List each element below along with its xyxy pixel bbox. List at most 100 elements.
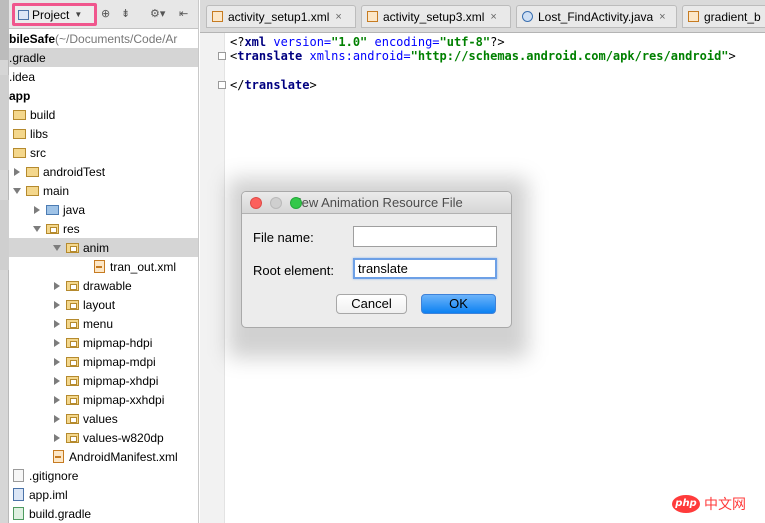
tree-item-mipmap-mdpi[interactable]: mipmap-mdpi [9,352,198,371]
root-element-input[interactable] [353,258,497,279]
expand-arrow-icon[interactable] [54,433,60,442]
expand-arrow-icon[interactable] [54,376,60,385]
fold-marker-icon[interactable] [218,52,226,60]
expand-arrow-icon[interactable] [54,357,60,366]
code-token: "utf-8" [439,35,491,49]
close-icon[interactable]: × [335,11,341,23]
ok-button[interactable]: OK [421,294,496,314]
expand-arrow-icon[interactable] [54,395,60,404]
tree-item-mipmap-xhdpi[interactable]: mipmap-xhdpi [9,371,198,390]
tree-item-app[interactable]: app [9,86,198,105]
resource-folder-icon [66,432,79,443]
tree-item-main[interactable]: main [9,181,198,200]
tree-item-label: mipmap-xhdpi [83,373,159,388]
code-token: "1.0" [331,35,368,49]
resource-folder-icon [66,242,79,253]
tree-item-build[interactable]: build [9,105,198,124]
dialog-titlebar[interactable]: New Animation Resource File [242,192,511,214]
xml-file-icon [94,260,105,273]
expand-arrow-icon[interactable] [54,338,60,347]
project-view-selector[interactable]: Project ▼ [12,3,97,26]
tree-item-values-w820dp[interactable]: values-w820dp [9,428,198,447]
tree-item-values[interactable]: values [9,409,198,428]
tab-label: Lost_FindActivity.java [538,9,654,24]
tree-item-label: app.iml [29,487,68,502]
editor-gutter [200,33,225,523]
tree-root[interactable]: bileSafe (~/Documents/Code/Ar [9,29,198,48]
tree-item-mipmap-hdpi[interactable]: mipmap-hdpi [9,333,198,352]
collapse-arrow-icon[interactable] [13,187,21,194]
fold-marker-icon[interactable] [218,81,226,89]
expand-arrow-icon[interactable] [14,167,20,176]
folder-icon [13,147,26,158]
structure-tool-tab[interactable] [0,75,9,170]
tree-item-libs[interactable]: libs [9,124,198,143]
folder-icon [26,185,39,196]
tree-item-idea[interactable]: .idea [9,67,198,86]
collapse-arrow-icon[interactable] [33,225,41,232]
project-tool-tab[interactable] [0,0,9,60]
scroll-from-source-icon[interactable]: ⊕ [101,8,110,20]
tree-item-label: tran_out.xml [110,259,177,274]
dialog-title: New Animation Resource File [292,195,463,210]
tree-item-menu[interactable]: menu [9,314,198,333]
resource-folder-icon [66,337,79,348]
folder-icon [26,166,39,177]
expand-arrow-icon[interactable] [54,300,60,309]
tree-item-label: androidTest [43,164,106,179]
tool-window-strip [0,0,9,523]
close-icon[interactable]: × [490,11,496,23]
watermark: php 中文网 [672,494,746,514]
tree-item-label: libs [30,126,49,141]
project-view-label: Project [32,7,70,22]
collapse-all-icon[interactable]: ⇟ [121,8,130,20]
tree-item-app-iml[interactable]: app.iml [9,485,198,504]
expand-arrow-icon[interactable] [54,281,60,290]
tree-item-build-gradle[interactable]: build.gradle [9,504,198,523]
tree-item-mipmap-xxhdpi[interactable]: mipmap-xxhdpi [9,390,198,409]
tree-item-gradle[interactable]: .gradle [9,48,198,67]
tab-label: activity_setup3.xml [383,9,485,24]
close-icon[interactable]: × [659,11,665,23]
tree-item-layout[interactable]: layout [9,295,198,314]
tree-item-tran-out[interactable]: tran_out.xml [9,257,198,276]
code-token: xmlns:android= [309,49,411,63]
tree-item-java[interactable]: java [9,200,198,219]
resource-folder-icon [46,223,59,234]
zoom-window-icon[interactable] [290,197,302,209]
expand-arrow-icon[interactable] [54,414,60,423]
watermark-site-text: 中文网 [704,497,746,513]
tree-item-anim[interactable]: anim [9,238,198,257]
resource-folder-icon [66,280,79,291]
expand-arrow-icon[interactable] [54,319,60,328]
tab-gradient[interactable]: gradient_b [682,5,765,28]
tree-item-src[interactable]: src [9,143,198,162]
tree-item-drawable[interactable]: drawable [9,276,198,295]
code-token: "http://schemas.android.com/apk/res/andr… [410,49,729,63]
tree-item-androidtest[interactable]: androidTest [9,162,198,181]
file-name-input[interactable] [353,226,497,247]
tree-item-res[interactable]: res [9,219,198,238]
hide-panel-icon[interactable]: ⇤ [179,8,188,20]
minimize-window-icon[interactable] [270,197,282,209]
java-class-icon [522,11,533,22]
xml-file-icon [53,450,64,463]
gear-icon[interactable]: ⚙▾ [150,8,165,20]
tab-activity-setup3[interactable]: activity_setup3.xml × [361,5,511,28]
tree-root-label: bileSafe [9,31,56,46]
close-window-icon[interactable] [250,197,262,209]
expand-arrow-icon[interactable] [34,205,40,214]
tree-item-label: values [83,411,118,426]
tree-item-label: menu [83,316,114,331]
tab-lost-findactivity[interactable]: Lost_FindActivity.java × [516,5,677,28]
tree-item-label: .gitignore [29,468,79,483]
tab-activity-setup1[interactable]: activity_setup1.xml × [206,5,356,28]
tree-item-androidmanifest[interactable]: AndroidManifest.xml [9,447,198,466]
tree-item-label: src [30,145,46,160]
resource-folder-icon [66,375,79,386]
collapse-arrow-icon[interactable] [53,244,61,251]
captures-tool-tab[interactable] [0,200,9,270]
tree-item-label: values-w820dp [83,430,164,445]
tree-item-gitignore[interactable]: .gitignore [9,466,198,485]
cancel-button[interactable]: Cancel [336,294,407,314]
